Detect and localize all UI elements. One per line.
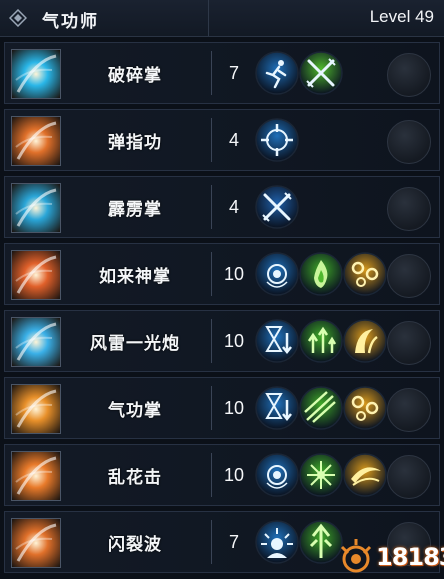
green-streaks-icon[interactable] — [299, 386, 343, 430]
golden-crescent-icon[interactable] — [343, 453, 387, 497]
skill-row[interactable]: 风雷一光炮 10 — [4, 310, 440, 372]
row-divider — [211, 319, 212, 363]
fire-spiral-icon[interactable] — [343, 252, 387, 296]
skill-points: 10 — [223, 397, 245, 418]
skill-name: 如来神掌 — [99, 266, 171, 287]
row-divider — [211, 520, 212, 564]
skill-icon[interactable] — [11, 250, 61, 300]
skill-icon[interactable] — [11, 49, 61, 99]
skill-icon[interactable] — [11, 116, 61, 166]
hourglass-down-icon[interactable] — [255, 386, 299, 430]
header-bar: 气功师 Level 49 — [0, 0, 444, 37]
empty-talent-slot[interactable] — [387, 187, 431, 231]
skill-name: 气功掌 — [108, 400, 162, 421]
skill-icon[interactable] — [11, 317, 61, 367]
skill-points: 4 — [228, 129, 239, 150]
header-divider — [208, 0, 209, 36]
skill-name: 风雷一光炮 — [90, 333, 180, 354]
skill-row[interactable]: 破碎掌 7 — [4, 42, 440, 104]
empty-talent-slot[interactable] — [387, 254, 431, 298]
skill-points: 7 — [228, 531, 239, 552]
skill-icon[interactable] — [11, 518, 61, 568]
skill-row[interactable]: 如来神掌 10 — [4, 243, 440, 305]
skill-name: 霹雳掌 — [108, 199, 162, 220]
skill-name: 闪裂波 — [108, 534, 162, 555]
golden-swirl-icon[interactable] — [343, 319, 387, 363]
skill-row[interactable]: 霹雳掌 4 — [4, 176, 440, 238]
radiant-head-icon[interactable] — [255, 520, 299, 564]
blue-orb-icon[interactable] — [255, 453, 299, 497]
skill-points: 7 — [228, 62, 239, 83]
skill-icon[interactable] — [11, 384, 61, 434]
crossed-swords-blue-icon[interactable] — [255, 185, 299, 229]
row-divider — [211, 386, 212, 430]
empty-talent-slot[interactable] — [387, 455, 431, 499]
fire-spiral-icon[interactable] — [343, 386, 387, 430]
row-divider — [211, 453, 212, 497]
green-flame-icon[interactable] — [299, 252, 343, 296]
skill-icon[interactable] — [11, 183, 61, 233]
class-emblem-icon — [8, 8, 28, 28]
green-up-arrows-icon[interactable] — [299, 319, 343, 363]
watermark-logo-icon — [340, 539, 372, 573]
row-divider — [211, 51, 212, 95]
site-watermark: 18183 — [334, 537, 444, 577]
skill-points: 4 — [228, 196, 239, 217]
skill-points: 10 — [223, 464, 245, 485]
watermark-text: 18183 — [376, 543, 444, 571]
empty-talent-slot[interactable] — [387, 321, 431, 365]
running-figure-icon[interactable] — [255, 51, 299, 95]
row-divider — [211, 252, 212, 296]
empty-talent-slot[interactable] — [387, 53, 431, 97]
skill-icon[interactable] — [11, 451, 61, 501]
empty-talent-slot[interactable] — [387, 388, 431, 432]
class-name: 气功师 — [42, 12, 99, 32]
hourglass-down-icon[interactable] — [255, 319, 299, 363]
skill-name: 弹指功 — [108, 132, 162, 153]
skill-points: 10 — [223, 330, 245, 351]
skill-name: 破碎掌 — [108, 65, 162, 86]
empty-talent-slot[interactable] — [387, 120, 431, 164]
green-burst-icon[interactable] — [299, 453, 343, 497]
skill-name: 乱花击 — [108, 467, 162, 488]
skill-row[interactable]: 弹指功 4 — [4, 109, 440, 171]
skill-row[interactable]: 乱花击 10 — [4, 444, 440, 506]
row-divider — [211, 118, 212, 162]
crossed-swords-green-icon[interactable] — [299, 51, 343, 95]
skill-points: 10 — [223, 263, 245, 284]
row-divider — [211, 185, 212, 229]
skill-row[interactable]: 气功掌 10 — [4, 377, 440, 439]
blue-orb-icon[interactable] — [255, 252, 299, 296]
target-crosshair-icon[interactable] — [255, 118, 299, 162]
level-label: Level 49 — [369, 7, 434, 26]
